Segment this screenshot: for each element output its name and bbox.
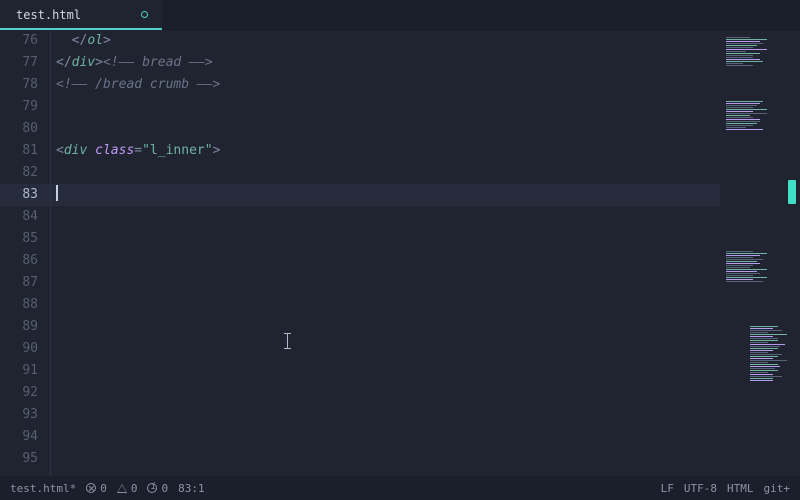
- line-number: 88: [0, 294, 38, 316]
- line-number: 82: [0, 162, 38, 184]
- code-line[interactable]: [56, 162, 720, 184]
- dirty-indicator-icon: [141, 11, 148, 18]
- line-number: 95: [0, 448, 38, 470]
- code-line[interactable]: [56, 184, 720, 206]
- error-icon: [86, 483, 96, 493]
- text-cursor-icon: [287, 333, 288, 349]
- warning-icon: [117, 484, 127, 493]
- tab-label: test.html: [16, 8, 81, 22]
- line-number: 84: [0, 206, 38, 228]
- status-bar: test.html* 0 0 0 83:1 LF UTF-8 HTML git+: [0, 476, 800, 500]
- minimap[interactable]: [720, 30, 800, 476]
- code-line[interactable]: [56, 272, 720, 294]
- line-number: 83: [0, 184, 38, 206]
- line-number: 81: [0, 140, 38, 162]
- main-area: 7677787980818283848586878889909192939495…: [0, 30, 800, 476]
- code-line[interactable]: <!—— /bread crumb ——>: [56, 74, 720, 96]
- status-encoding[interactable]: UTF-8: [684, 482, 717, 495]
- status-info[interactable]: 0: [147, 482, 168, 495]
- line-number: 94: [0, 426, 38, 448]
- line-number: 85: [0, 228, 38, 250]
- line-number: 78: [0, 74, 38, 96]
- status-errors[interactable]: 0: [86, 482, 107, 495]
- line-number: 86: [0, 250, 38, 272]
- status-cursor[interactable]: 83:1: [178, 482, 205, 495]
- code-line[interactable]: [56, 118, 720, 140]
- code-line[interactable]: </ol>: [56, 30, 720, 52]
- code-line[interactable]: [56, 316, 720, 338]
- line-gutter[interactable]: 7677787980818283848586878889909192939495: [0, 30, 46, 476]
- tab-bar: test.html: [0, 0, 800, 30]
- tab-test-html[interactable]: test.html: [0, 0, 162, 29]
- line-number: 79: [0, 96, 38, 118]
- code-line[interactable]: [56, 448, 720, 470]
- line-number: 89: [0, 316, 38, 338]
- code-line[interactable]: [56, 96, 720, 118]
- line-number: 91: [0, 360, 38, 382]
- line-number: 93: [0, 404, 38, 426]
- info-icon: [147, 483, 157, 493]
- status-file[interactable]: test.html*: [10, 482, 76, 495]
- line-number: 90: [0, 338, 38, 360]
- app-window: test.html 767778798081828384858687888990…: [0, 0, 800, 500]
- line-number: 77: [0, 52, 38, 74]
- code-line[interactable]: [56, 404, 720, 426]
- code-line[interactable]: [56, 250, 720, 272]
- line-number: 76: [0, 30, 38, 52]
- code-line[interactable]: [56, 426, 720, 448]
- code-line[interactable]: [56, 360, 720, 382]
- line-number: 87: [0, 272, 38, 294]
- code-editor[interactable]: 7677787980818283848586878889909192939495…: [0, 30, 720, 476]
- line-number: 80: [0, 118, 38, 140]
- status-eol[interactable]: LF: [661, 482, 674, 495]
- code-line[interactable]: [56, 206, 720, 228]
- line-number: 92: [0, 382, 38, 404]
- code-line[interactable]: </div><!—— bread ——>: [56, 52, 720, 74]
- code-line[interactable]: [56, 338, 720, 360]
- code-line[interactable]: [56, 382, 720, 404]
- code-line[interactable]: <div class="l_inner">: [56, 140, 720, 162]
- minimap-viewport[interactable]: [788, 180, 796, 204]
- fold-gutter[interactable]: [46, 30, 56, 476]
- status-vcs[interactable]: git+: [764, 482, 791, 495]
- code-area[interactable]: </ol></div><!—— bread ——><!—— /bread cru…: [56, 30, 720, 476]
- code-line[interactable]: [56, 294, 720, 316]
- status-language[interactable]: HTML: [727, 482, 754, 495]
- status-warnings[interactable]: 0: [117, 482, 138, 495]
- code-line[interactable]: [56, 228, 720, 250]
